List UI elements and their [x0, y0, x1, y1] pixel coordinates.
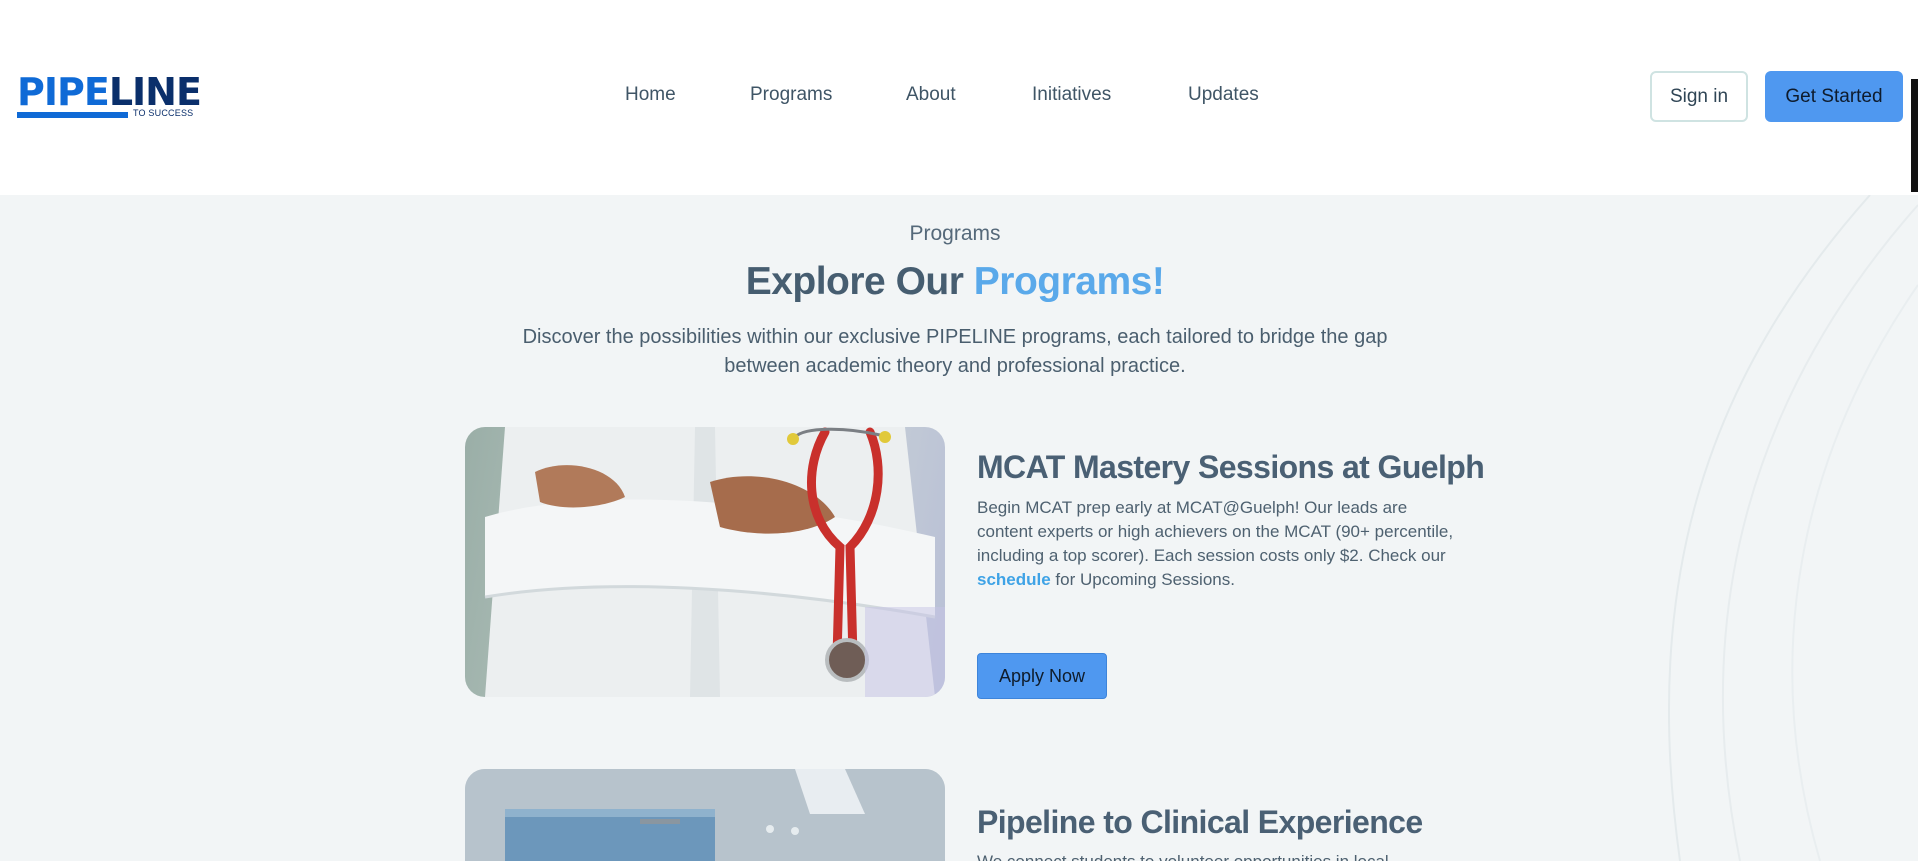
- nav-programs[interactable]: Programs: [750, 84, 832, 106]
- sign-in-button[interactable]: Sign in: [1650, 71, 1748, 122]
- nav-home[interactable]: Home: [625, 84, 676, 106]
- clinic-room-illustration: [465, 769, 945, 861]
- schedule-link[interactable]: schedule: [977, 570, 1051, 589]
- scrollbar-thumb[interactable]: [1911, 79, 1918, 192]
- site-header: PIPELINE TO SUCCESS Home Programs About …: [0, 0, 1918, 195]
- program-description: Begin MCAT prep early at MCAT@Guelph! Ou…: [977, 498, 1454, 589]
- get-started-button[interactable]: Get Started: [1765, 71, 1903, 122]
- doctor-illustration: [484, 427, 945, 697]
- section-eyebrow: Programs: [909, 222, 1001, 245]
- main-nav: Home Programs About Initiatives Updates: [0, 84, 1918, 108]
- nav-updates[interactable]: Updates: [1188, 84, 1259, 106]
- program-description: We connect students to volunteer opportu…: [977, 850, 1467, 861]
- apply-now-button[interactable]: Apply Now: [977, 653, 1107, 699]
- program-title: Pipeline to Clinical Experience: [977, 804, 1423, 840]
- nav-initiatives[interactable]: Initiatives: [1032, 84, 1111, 106]
- nav-about[interactable]: About: [906, 84, 956, 106]
- clinical-program-image: [465, 769, 945, 861]
- program-title: MCAT Mastery Sessions at Guelph: [977, 449, 1485, 485]
- section-headline: Explore Our Programs!: [745, 260, 1165, 303]
- section-intro: Discover the possibilities within our ex…: [522, 326, 1388, 377]
- logo-underline: [17, 112, 128, 118]
- logo-subtitle: TO SUCCESS: [133, 108, 194, 118]
- mcat-program-image: [465, 427, 945, 697]
